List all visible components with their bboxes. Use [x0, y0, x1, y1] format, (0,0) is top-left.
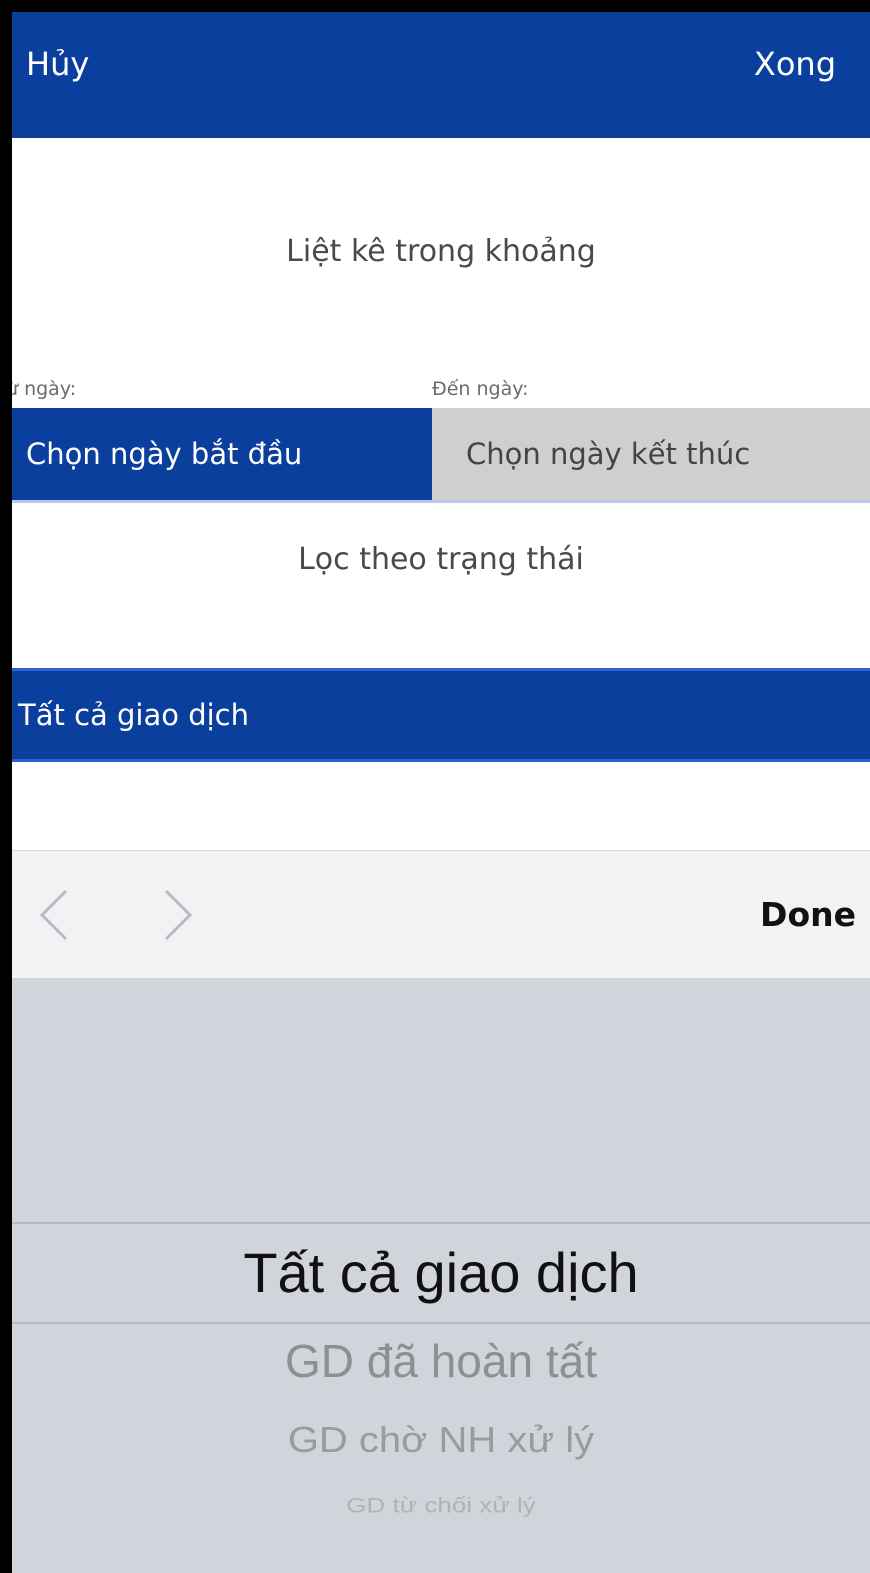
- chevron-right-icon[interactable]: [148, 883, 208, 947]
- cancel-button[interactable]: Hủy: [26, 44, 89, 84]
- picker-option[interactable]: GD đã hoàn tất: [12, 1334, 870, 1388]
- picker-option[interactable]: GD từ chối xử lý: [12, 1493, 870, 1518]
- status-select-field[interactable]: Tất cả giao dịch: [12, 668, 870, 762]
- chevron-left-icon[interactable]: [24, 883, 84, 947]
- done-button[interactable]: Xong: [754, 44, 836, 84]
- picker-option[interactable]: GD chờ NH xử lý: [12, 1420, 870, 1461]
- keyboard-toolbar: Done: [12, 850, 870, 979]
- date-divider: [12, 500, 870, 503]
- from-date-label: ừ ngày:: [12, 378, 77, 400]
- app-screen: Hủy Xong Liệt kê trong khoảng ừ ngày: Đế…: [12, 12, 870, 1573]
- start-date-button[interactable]: Chọn ngày bắt đầu: [12, 408, 432, 500]
- to-date-label: Đến ngày:: [432, 378, 529, 400]
- start-date-button-label: Chọn ngày bắt đầu: [26, 437, 303, 471]
- picker-selection-top-line: [12, 1222, 870, 1224]
- status-filter-title: Lọc theo trạng thái: [298, 542, 584, 577]
- date-range-title: Liệt kê trong khoảng: [286, 234, 596, 269]
- status-select-value: Tất cả giao dịch: [18, 698, 249, 732]
- navigation-bar: Hủy Xong: [12, 12, 870, 138]
- end-date-button[interactable]: Chọn ngày kết thúc: [432, 408, 870, 500]
- picker-selection-bottom-line: [12, 1322, 870, 1324]
- picker-option-selected[interactable]: Tất cả giao dịch: [12, 1240, 870, 1305]
- status-picker-wheel[interactable]: Tất cả giao dịch GD đã hoàn tất GD chờ N…: [12, 978, 870, 1573]
- end-date-button-label: Chọn ngày kết thúc: [466, 437, 751, 471]
- toolbar-done-button[interactable]: Done: [760, 895, 856, 934]
